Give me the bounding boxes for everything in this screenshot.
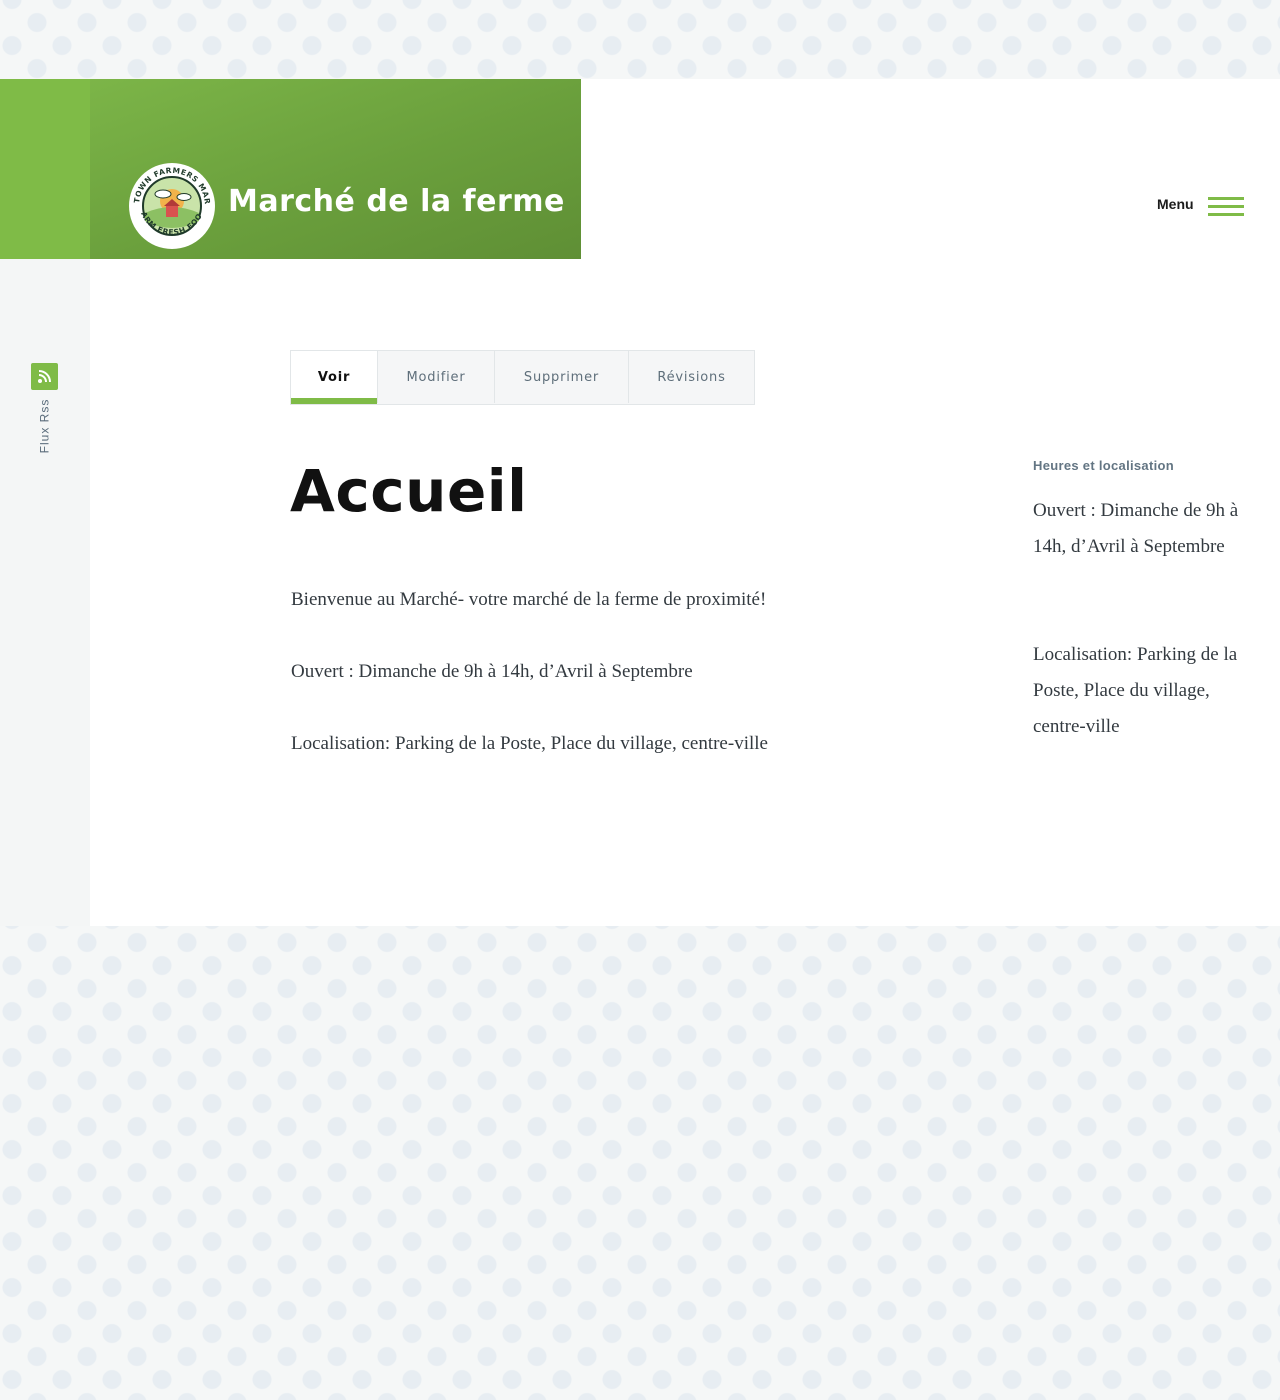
- site-branding[interactable]: ANYTOWN FARMERS MARKET FARM FRESH FOOD M…: [90, 79, 581, 259]
- rss-icon: [31, 363, 58, 390]
- menu-button[interactable]: Menu: [1150, 189, 1250, 219]
- site-name[interactable]: Marché de la ferme: [228, 184, 565, 219]
- main-container: Flux Rss ANYTOWN FARMERS MARKET FARM FR: [0, 79, 1280, 926]
- tab-supprimer[interactable]: Supprimer: [495, 351, 629, 403]
- hamburger-icon: [1208, 197, 1244, 217]
- left-strip-accent: [0, 79, 90, 259]
- paragraph-hours: Ouvert : Dimanche de 9h à 14h, d’Avril à…: [291, 661, 693, 682]
- local-tasks-tabs: Voir Modifier Supprimer Révisions: [290, 350, 755, 405]
- sidebar-location: Localisation: Parking de la Poste, Place…: [1033, 644, 1238, 737]
- rss-feed-link[interactable]: Flux Rss: [31, 363, 59, 463]
- top-pattern-band: [0, 0, 1280, 79]
- rss-label: Flux Rss: [37, 398, 52, 454]
- sidebar-heading: Heures et localisation: [1033, 458, 1174, 473]
- site-logo[interactable]: ANYTOWN FARMERS MARKET FARM FRESH FOOD: [123, 154, 217, 251]
- left-sidebar-strip: Flux Rss: [0, 79, 90, 926]
- tab-revisions[interactable]: Révisions: [629, 351, 754, 403]
- sidebar-hours: Ouvert : Dimanche de 9h à 14h, d’Avril à…: [1033, 500, 1239, 557]
- paragraph-location: Localisation: Parking de la Poste, Place…: [291, 733, 768, 754]
- page-title: Accueil: [290, 457, 528, 525]
- paragraph-welcome: Bienvenue au Marché- votre marché de la …: [291, 589, 767, 610]
- tab-voir[interactable]: Voir: [291, 351, 378, 404]
- tab-modifier[interactable]: Modifier: [378, 351, 495, 403]
- menu-label: Menu: [1157, 196, 1194, 212]
